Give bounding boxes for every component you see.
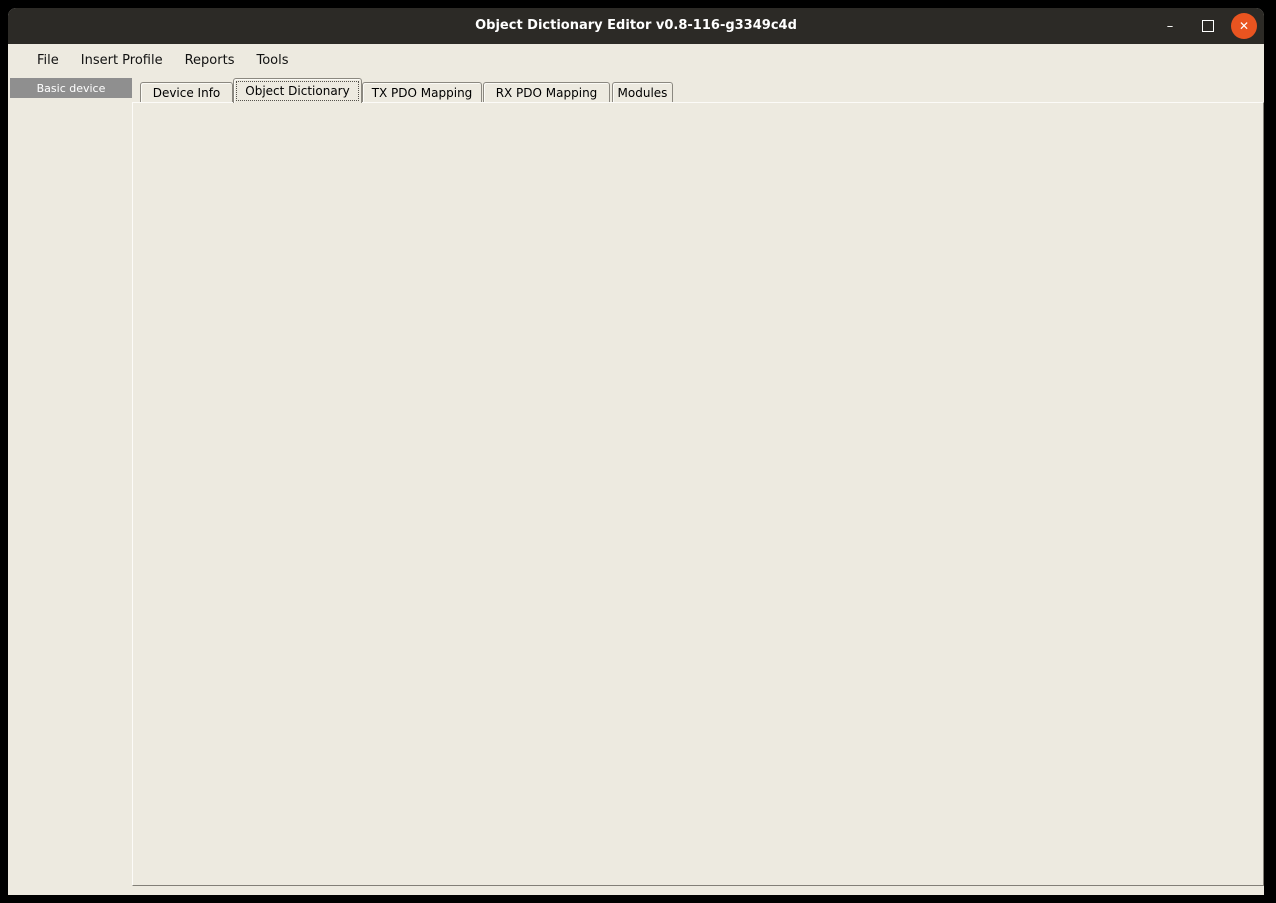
device-tab-basic-device[interactable]: Basic device <box>10 78 132 98</box>
minimize-button[interactable]: – <box>1160 16 1180 36</box>
menu-bar: File Insert Profile Reports Tools <box>8 44 1264 76</box>
menu-reports[interactable]: Reports <box>174 48 246 73</box>
titlebar[interactable]: Object Dictionary Editor v0.8-116-g3349c… <box>8 8 1264 44</box>
tab-tx-pdo-mapping[interactable]: TX PDO Mapping <box>362 82 482 102</box>
device-tab-label: Basic device <box>37 82 106 95</box>
maximize-button[interactable] <box>1198 16 1218 36</box>
tab-label: RX PDO Mapping <box>496 86 598 100</box>
tab-strip: Device Info Object Dictionary TX PDO Map… <box>132 78 832 103</box>
desktop-background: Object Dictionary Editor v0.8-116-g3349c… <box>0 0 1276 903</box>
close-button[interactable]: ✕ <box>1231 13 1257 39</box>
maximize-icon <box>1202 20 1214 32</box>
tab-label: Modules <box>618 86 668 100</box>
minimize-icon: – <box>1167 19 1174 34</box>
menu-file[interactable]: File <box>26 48 70 73</box>
window-title: Object Dictionary Editor v0.8-116-g3349c… <box>8 8 1264 44</box>
tab-label: TX PDO Mapping <box>372 86 473 100</box>
close-icon: ✕ <box>1239 19 1249 33</box>
tab-modules[interactable]: Modules <box>612 82 673 102</box>
tab-rx-pdo-mapping[interactable]: RX PDO Mapping <box>483 82 610 102</box>
menu-insert-profile[interactable]: Insert Profile <box>70 48 174 73</box>
object-dictionary-panel <box>132 102 1264 886</box>
tab-object-dictionary[interactable]: Object Dictionary <box>233 78 362 103</box>
app-window: Object Dictionary Editor v0.8-116-g3349c… <box>8 8 1264 895</box>
tab-label: Device Info <box>153 86 221 100</box>
tab-label: Object Dictionary <box>236 81 358 101</box>
menu-tools[interactable]: Tools <box>245 48 299 73</box>
tab-device-info[interactable]: Device Info <box>140 82 233 102</box>
